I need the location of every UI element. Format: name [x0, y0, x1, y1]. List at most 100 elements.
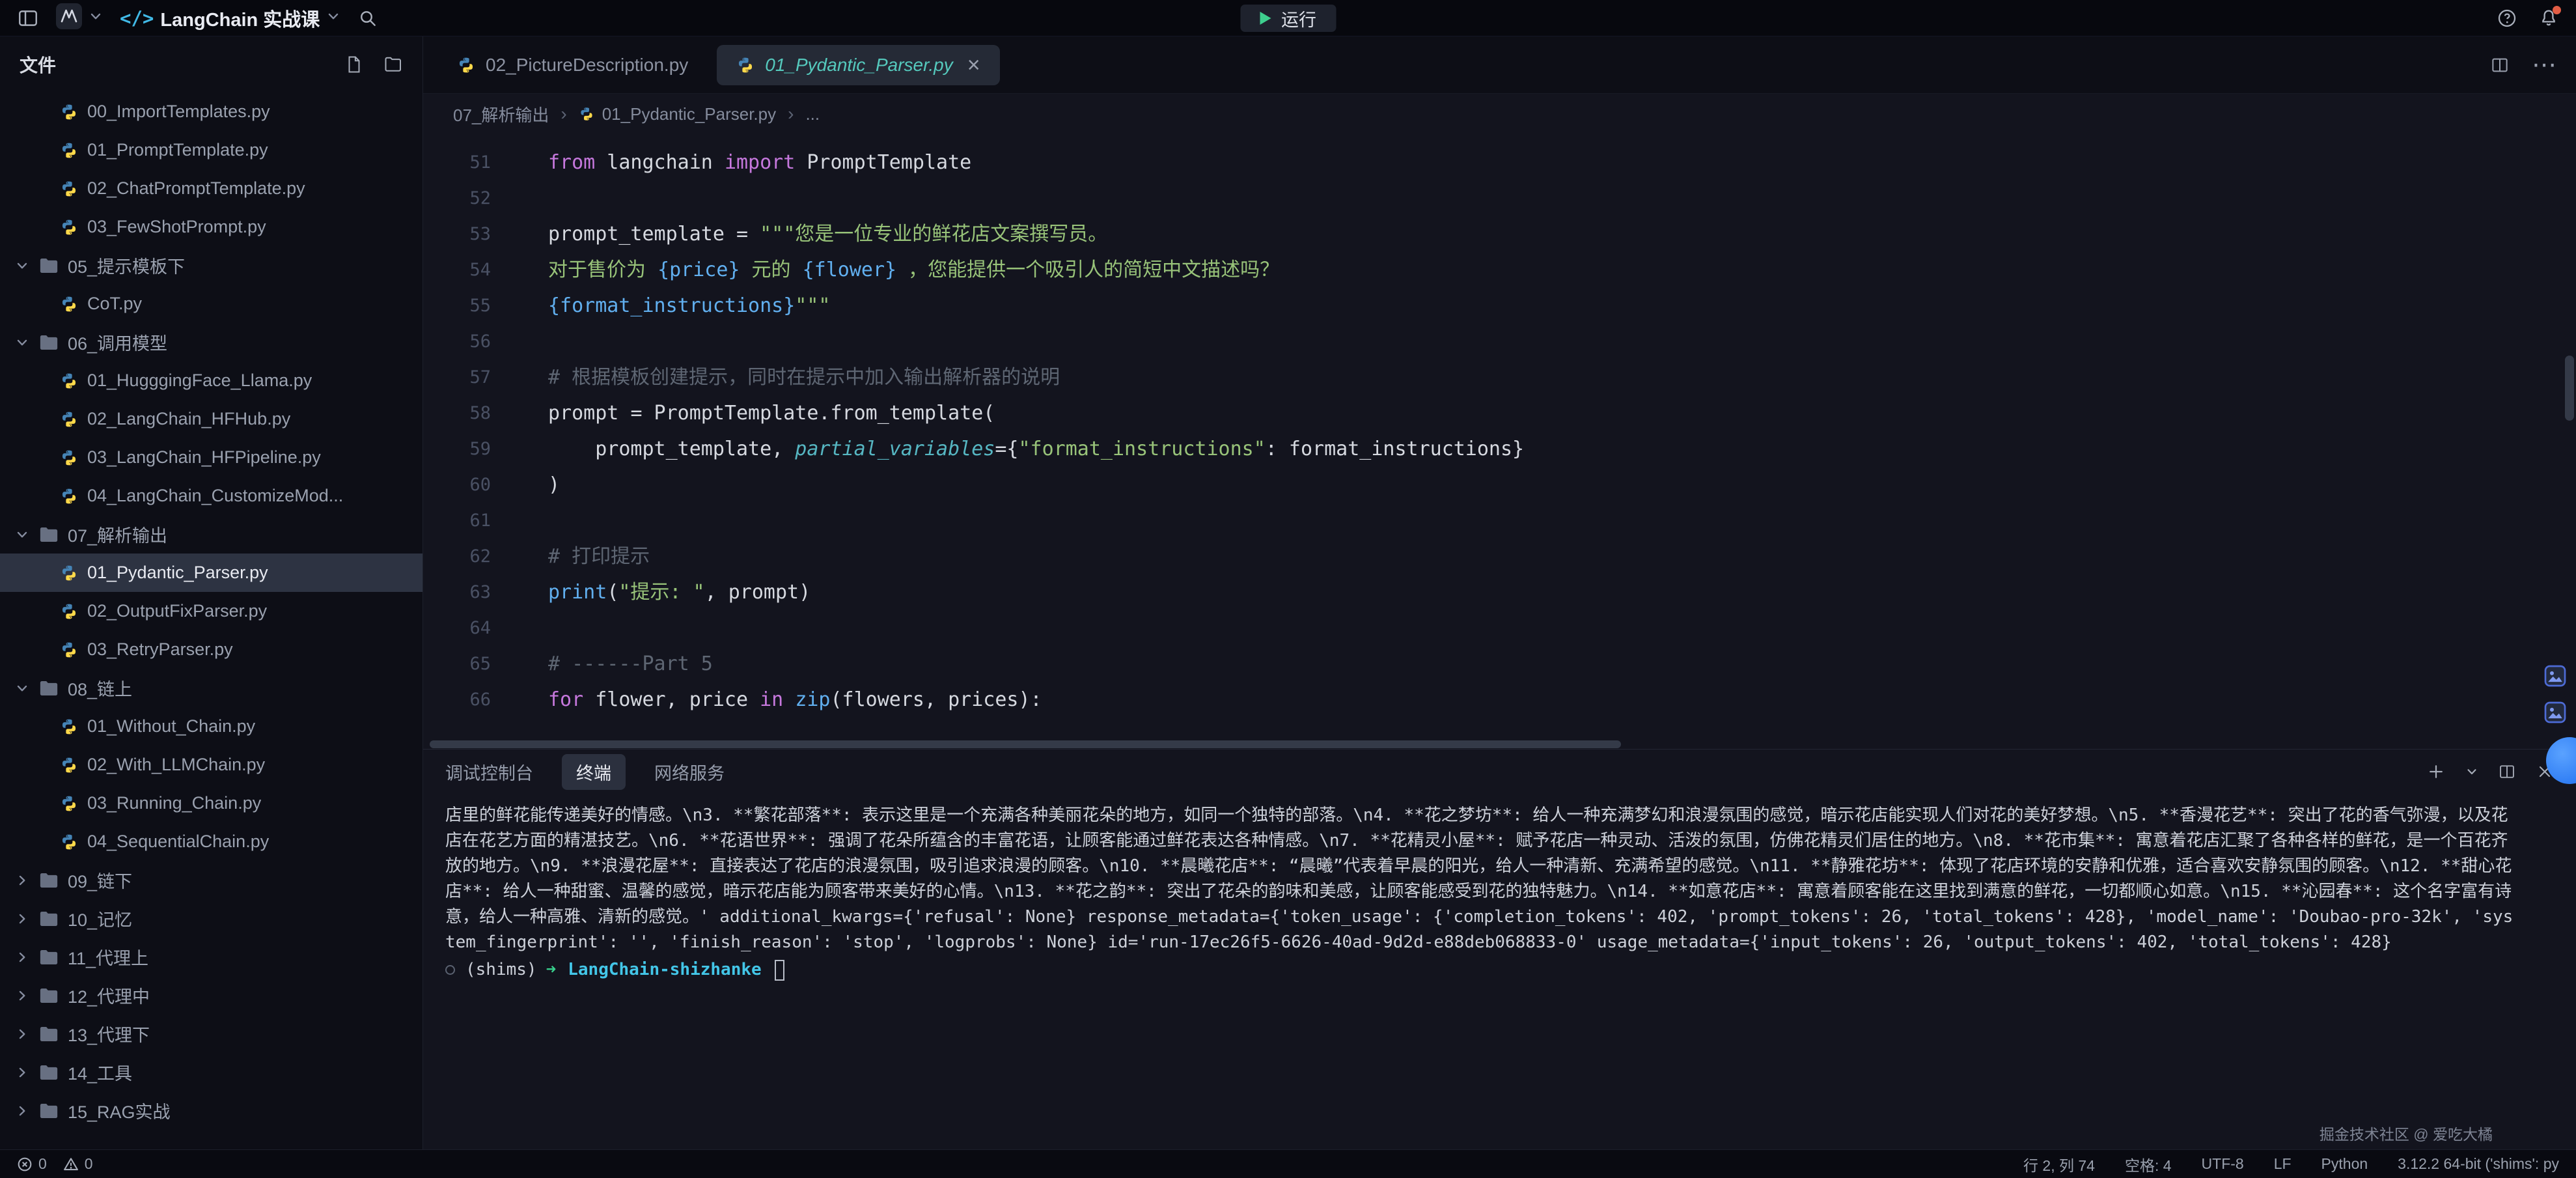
notifications-icon[interactable] — [2538, 8, 2559, 29]
tree-item-file[interactable]: 00_ImportTemplates.py — [0, 92, 422, 131]
tree-item-folder[interactable]: 07_解析输出 — [0, 515, 422, 554]
tree-item-file[interactable]: CoT.py — [0, 285, 422, 323]
code-line[interactable]: 57# 根据模板创建提示，同时在提示中加入输出解析器的说明 — [423, 359, 2576, 395]
tree-item-folder[interactable]: 13_代理下 — [0, 1015, 422, 1053]
tree-item-label: 03_RetryParser.py — [87, 639, 233, 660]
search-icon[interactable] — [357, 8, 378, 29]
tree-item-folder[interactable]: 06_调用模型 — [0, 323, 422, 361]
scrollbar-thumb[interactable] — [2565, 356, 2574, 421]
image-widget-icon[interactable] — [2542, 663, 2568, 689]
tree-item-folder[interactable]: 15_RAG实战 — [0, 1091, 422, 1130]
tree-item-folder[interactable]: 14_工具 — [0, 1053, 422, 1091]
image-widget-icon[interactable] — [2542, 699, 2568, 725]
editor-tab-picture-description[interactable]: 02_PictureDescription.py — [437, 45, 708, 85]
indentation[interactable]: 空格: 4 — [2125, 1153, 2172, 1175]
workspace-menu-button[interactable] — [56, 3, 103, 33]
code-line[interactable]: 64 — [423, 610, 2576, 646]
command-decoration-icon[interactable] — [445, 965, 455, 975]
close-icon[interactable]: × — [967, 54, 980, 76]
code-line[interactable]: 63print("提示: ", prompt) — [423, 574, 2576, 610]
toggle-sidebar-icon[interactable] — [17, 7, 39, 29]
new-file-icon[interactable] — [344, 55, 364, 74]
split-editor-icon[interactable] — [2490, 55, 2510, 75]
tree-item-label: 02_ChatPromptTemplate.py — [87, 178, 305, 199]
python-icon — [60, 180, 78, 198]
tree-item-file[interactable]: 03_RetryParser.py — [0, 630, 422, 669]
run-button[interactable]: 运行 — [1240, 5, 1336, 32]
panel-tab-debug-console[interactable]: 调试控制台 — [445, 754, 533, 790]
python-interpreter[interactable]: 3.12.2 64-bit ('shims': py — [2398, 1155, 2559, 1173]
tree-item-file[interactable]: 03_LangChain_HFPipeline.py — [0, 438, 422, 477]
split-panel-icon[interactable] — [2498, 763, 2516, 781]
python-icon — [60, 487, 78, 505]
tree-item-folder[interactable]: 11_代理上 — [0, 938, 422, 976]
tree-item-file[interactable]: 04_LangChain_CustomizeMod... — [0, 477, 422, 515]
code-line[interactable]: 66for flower, price in zip(flowers, pric… — [423, 682, 2576, 718]
code-line[interactable]: 56 — [423, 324, 2576, 359]
project-title: LangChain 实战课 — [160, 5, 320, 32]
terminal[interactable]: 店里的鲜花能传递美好的情感。\n3. **繁花部落**: 表示这里是一个充满各种… — [423, 794, 2576, 1149]
tree-item-file[interactable]: 02_LangChain_HFHub.py — [0, 400, 422, 438]
tree-item-file[interactable]: 04_SequentialChain.py — [0, 822, 422, 861]
python-icon — [60, 794, 78, 813]
tree-item-file[interactable]: 02_OutputFixParser.py — [0, 592, 422, 630]
line-number: 65 — [423, 646, 526, 682]
python-icon — [60, 602, 78, 621]
tree-item-file[interactable]: 02_With_LLMChain.py — [0, 746, 422, 784]
tree-item-file[interactable]: 03_FewShotPrompt.py — [0, 208, 422, 246]
tree-item-file[interactable]: 02_ChatPromptTemplate.py — [0, 169, 422, 208]
encoding[interactable]: UTF-8 — [2202, 1155, 2244, 1173]
code-line[interactable]: 65# ------Part 5 — [423, 646, 2576, 682]
language-mode[interactable]: Python — [2321, 1155, 2368, 1173]
folder-icon — [39, 680, 59, 697]
editor-vertical-scrollbar[interactable] — [2565, 134, 2574, 740]
tree-item-file[interactable]: 01_PromptTemplate.py — [0, 131, 422, 169]
project-menu-button[interactable]: </> LangChain 实战课 — [120, 5, 340, 32]
tree-item-label: 01_Pydantic_Parser.py — [87, 563, 268, 583]
code-line[interactable]: 54对于售价为 {price} 元的 {flower} ，您能提供一个吸引人的简… — [423, 252, 2576, 288]
code-line[interactable]: 52 — [423, 180, 2576, 216]
new-folder-icon[interactable] — [383, 55, 403, 74]
problems-indicator[interactable]: 0 0 — [17, 1155, 93, 1173]
tree-item-folder[interactable]: 08_链上 — [0, 669, 422, 707]
new-terminal-icon[interactable] — [2426, 762, 2446, 781]
code-line[interactable]: 60) — [423, 467, 2576, 503]
tree-item-folder[interactable]: 09_链下 — [0, 861, 422, 899]
tree-item-file[interactable]: 01_Pydantic_Parser.py — [0, 554, 422, 592]
tree-item-label: 02_OutputFixParser.py — [87, 601, 267, 621]
breadcrumb-folder[interactable]: 07_解析输出 — [453, 102, 549, 126]
tree-item-label: 02_LangChain_HFHub.py — [87, 409, 290, 429]
panel-tab-ports[interactable]: 网络服务 — [654, 754, 725, 790]
code-line[interactable]: 62# 打印提示 — [423, 539, 2576, 574]
tree-item-folder[interactable]: 10_记忆 — [0, 899, 422, 938]
help-icon[interactable] — [2497, 8, 2517, 29]
chevron-down-icon[interactable] — [2465, 765, 2478, 778]
tree-item-folder[interactable]: 05_提示模板下 — [0, 246, 422, 285]
tree-item-file[interactable]: 03_Running_Chain.py — [0, 784, 422, 822]
code-line[interactable]: 58prompt = PromptTemplate.from_template( — [423, 395, 2576, 431]
editor-horizontal-scrollbar[interactable] — [423, 740, 2576, 749]
tree-item-file[interactable]: 01_Without_Chain.py — [0, 707, 422, 746]
code-icon: </> — [120, 7, 154, 29]
tree-item-label: 08_链上 — [68, 675, 132, 701]
scrollbar-thumb[interactable] — [430, 740, 1621, 748]
code-editor[interactable]: 51from langchain import PromptTemplate52… — [423, 134, 2576, 740]
tree-item-folder[interactable]: 12_代理中 — [0, 976, 422, 1015]
code-line[interactable]: 53prompt_template = """您是一位专业的鲜花店文案撰写员。 — [423, 216, 2576, 252]
more-actions-icon[interactable]: ⋯ — [2532, 53, 2558, 77]
cursor-position[interactable]: 行 2, 列 74 — [2023, 1153, 2095, 1175]
code-line-content: {format_instructions}""" — [548, 288, 830, 324]
breadcrumb-file[interactable]: 01_Pydantic_Parser.py — [579, 104, 776, 124]
python-icon — [60, 103, 78, 121]
breadcrumb-symbol[interactable]: ... — [805, 104, 820, 124]
tree-item-file[interactable]: 01_HugggingFace_Llama.py — [0, 361, 422, 400]
panel-tab-terminal[interactable]: 终端 — [562, 754, 626, 790]
code-line[interactable]: 61 — [423, 503, 2576, 539]
chevron-right-icon: › — [561, 104, 566, 124]
code-line[interactable]: 59 prompt_template, partial_variables={"… — [423, 431, 2576, 467]
editor-tab-pydantic-parser[interactable]: 01_Pydantic_Parser.py × — [717, 45, 999, 85]
code-line[interactable]: 55{format_instructions}""" — [423, 288, 2576, 324]
eol[interactable]: LF — [2274, 1155, 2292, 1173]
editor-area: 02_PictureDescription.py 01_Pydantic_Par… — [423, 36, 2576, 1149]
code-line[interactable]: 51from langchain import PromptTemplate — [423, 145, 2576, 180]
